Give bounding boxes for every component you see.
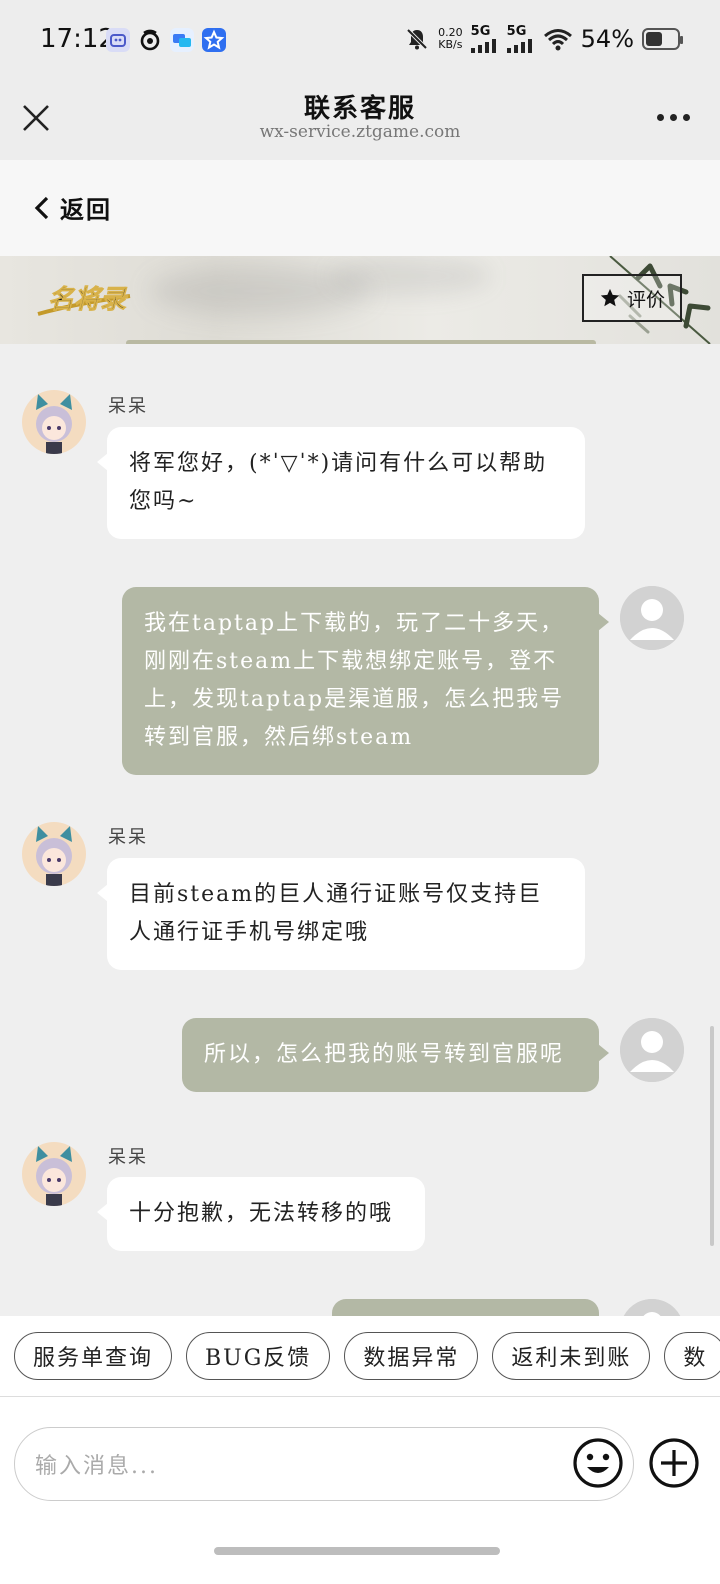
network-speed-value: 0.20 — [438, 25, 463, 39]
message-bubble: 我在taptap上下载的，玩了二十多天，刚刚在steam上下载想绑定账号，登不上… — [122, 587, 609, 775]
chat-area[interactable]: 呆呆 将军您好，(*ˈ▽ˈ*)请问有什么可以帮助您吗~ 我在taptap上下载的… — [0, 344, 720, 1316]
battery-icon — [642, 27, 683, 50]
title-bar: 联系客服 wx-service.ztgame.com — [0, 80, 720, 160]
quick-reply-chip[interactable]: 数 — [664, 1332, 720, 1380]
chat-app-icon — [170, 28, 194, 52]
robot-app-icon — [106, 28, 130, 52]
network-speed-unit: KB/s — [438, 37, 463, 51]
agent-avatar — [22, 390, 86, 454]
message-bubble-partial — [332, 1299, 599, 1316]
game-banner: 名将录 评价 — [0, 256, 720, 344]
user-avatar — [620, 586, 684, 650]
message-bubble: 十分抱歉，无法转移的哦 — [97, 1177, 425, 1251]
home-indicator[interactable] — [214, 1547, 500, 1555]
quick-replies-bar: 服务单查询 BUG反馈 数据异常 返利未到账 数 — [0, 1316, 720, 1397]
input-bar: 输入消息... — [0, 1397, 720, 1584]
sender-name: 呆呆 — [108, 396, 148, 417]
quick-reply-chip[interactable]: BUG反馈 — [186, 1332, 331, 1380]
message-input[interactable]: 输入消息... — [14, 1427, 634, 1501]
svg-text:名将录: 名将录 — [48, 285, 129, 315]
star-app-icon — [202, 28, 226, 52]
status-bar: 17:12 0.20 KB/s 5G 5G 54% — [0, 0, 720, 80]
message-input-placeholder: 输入消息... — [35, 1454, 158, 1479]
back-label: 返回 — [60, 195, 112, 224]
agent-avatar — [22, 1142, 86, 1206]
page-title: 联系客服 — [303, 94, 416, 124]
agent-avatar — [22, 822, 86, 886]
battery-fill — [646, 31, 662, 46]
game-logo: 名将录 — [37, 285, 131, 316]
page-url: wx-service.ztgame.com — [259, 122, 461, 142]
battery-percent: 54% — [580, 24, 634, 53]
message-bubble: 所以，怎么把我的账号转到官服呢 — [182, 1018, 609, 1092]
chat-scrollbar[interactable] — [710, 1026, 714, 1246]
user-avatar — [620, 1018, 684, 1082]
signal-2: 5G — [506, 24, 535, 53]
mute-bell-icon — [406, 28, 428, 49]
signal-2-label: 5G — [506, 24, 527, 39]
quick-reply-chip[interactable]: 数据异常 — [344, 1332, 479, 1380]
wifi-icon — [543, 28, 572, 50]
nav-bar: 返回 — [0, 160, 720, 256]
emoji-icon[interactable] — [572, 1437, 624, 1489]
quick-reply-chip[interactable]: 返利未到账 — [492, 1332, 651, 1380]
network-speed: 0.20 KB/s — [438, 25, 463, 51]
status-right: 0.20 KB/s 5G 5G 54% — [404, 24, 683, 53]
chevron-left-icon — [34, 196, 49, 219]
signal-1-label: 5G — [470, 24, 491, 39]
user-avatar — [620, 1299, 684, 1316]
rate-button[interactable]: 评价 — [582, 274, 682, 322]
signal-bars-icon — [506, 39, 532, 53]
quick-reply-chip[interactable]: 服务单查询 — [14, 1332, 173, 1380]
signal-1: 5G — [470, 24, 499, 53]
rate-label: 评价 — [626, 288, 665, 311]
sender-name: 呆呆 — [108, 827, 148, 848]
star-icon — [600, 288, 620, 307]
back-button[interactable]: 返回 — [34, 190, 112, 225]
status-app-icons — [106, 28, 226, 52]
status-time: 17:12 — [40, 24, 115, 54]
swirl-app-icon — [138, 28, 162, 52]
plus-icon[interactable] — [648, 1437, 700, 1489]
message-bubble: 目前steam的巨人通行证账号仅支持巨人通行证手机号绑定哦 — [97, 858, 585, 970]
more-options-icon[interactable] — [657, 114, 690, 121]
message-bubble: 将军您好，(*ˈ▽ˈ*)请问有什么可以帮助您吗~ — [97, 427, 585, 539]
signal-bars-icon — [470, 39, 496, 53]
sender-name: 呆呆 — [108, 1147, 148, 1168]
